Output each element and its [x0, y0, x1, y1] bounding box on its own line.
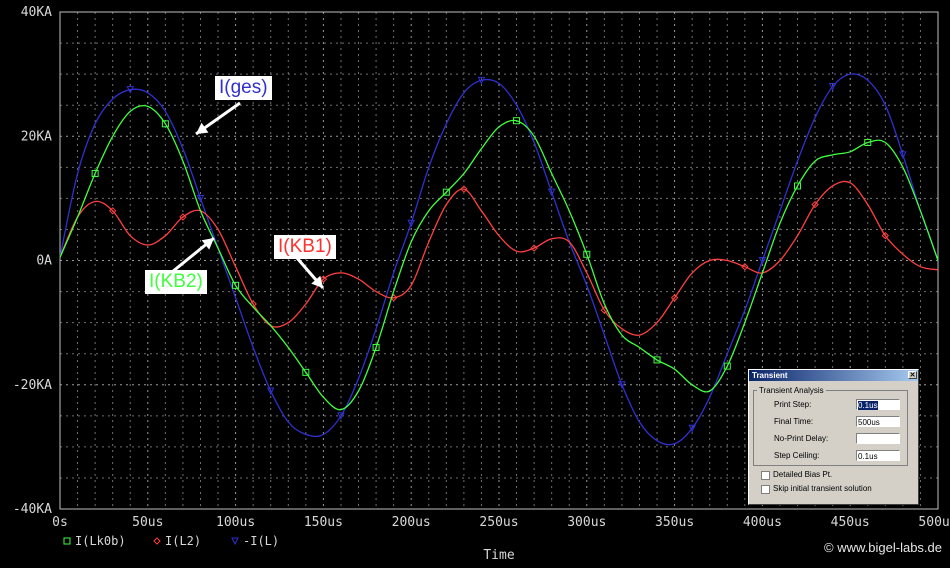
- annotation-kb2-text: I(KB2): [149, 271, 203, 292]
- step-ceiling-label: Step Ceiling:: [774, 451, 820, 460]
- y-tick-label: 40KA: [21, 5, 52, 20]
- legend-label: -I(L): [243, 534, 279, 548]
- detailed-bias-box[interactable]: [761, 471, 770, 480]
- annotation-kb1-text: I(KB1): [278, 236, 332, 257]
- no-print-delay-label: No-Print Delay:: [774, 434, 829, 443]
- x-tick-label: 200us: [392, 515, 431, 530]
- y-tick-label: 0A: [36, 254, 52, 269]
- annotation-kb2: I(KB2): [145, 270, 207, 294]
- final-time-row: Final Time: 500us: [771, 416, 905, 428]
- y-tick-label: -40KA: [13, 502, 52, 517]
- dialog-titlebar[interactable]: Transient ✕: [749, 370, 918, 381]
- final-time-input[interactable]: 500us: [856, 416, 900, 427]
- close-icon[interactable]: ✕: [908, 371, 917, 379]
- legend-label: I(Lk0b): [75, 534, 126, 548]
- annotation-ges-text: I(ges): [219, 77, 268, 98]
- x-tick-label: 150us: [304, 515, 343, 530]
- print-step-row: Print Step: 0.1us: [771, 399, 905, 411]
- x-tick-label: 300us: [567, 515, 606, 530]
- legend-marker: [63, 537, 71, 545]
- skip-initial-box[interactable]: [761, 485, 770, 494]
- x-tick-label: 450us: [831, 515, 870, 530]
- final-time-label: Final Time:: [774, 417, 814, 426]
- annotation-kb1: I(KB1): [274, 235, 336, 259]
- x-tick-label: 250us: [479, 515, 518, 530]
- copyright-text: © www.bigel-labs.de: [824, 540, 942, 555]
- skip-initial-label: Skip initial transient solution: [773, 484, 872, 493]
- no-print-delay-input[interactable]: [856, 433, 900, 444]
- no-print-delay-row: No-Print Delay:: [771, 433, 905, 445]
- annotation-ges: I(ges): [215, 76, 272, 100]
- print-step-input[interactable]: 0.1us: [856, 399, 900, 410]
- x-tick-label: 400us: [743, 515, 782, 530]
- detailed-bias-checkbox[interactable]: Detailed Bias Pt.: [761, 470, 911, 481]
- legend-label: I(L2): [165, 534, 201, 548]
- x-tick-labels: 0s 50us 100us 150us 200us 250us 300us 350us 400u…: [52, 515, 950, 530]
- y-tick-label: -20KA: [13, 378, 52, 393]
- legend-marker: [153, 537, 161, 545]
- skip-initial-checkbox[interactable]: Skip initial transient solution: [761, 484, 911, 495]
- transient-dialog[interactable]: Transient ✕ Transient Analysis Print Ste…: [748, 369, 919, 505]
- detailed-bias-label: Detailed Bias Pt.: [773, 470, 833, 479]
- x-tick-label: 100us: [216, 515, 255, 530]
- x-tick-label: 0s: [52, 515, 68, 530]
- group-label: Transient Analysis: [759, 386, 824, 395]
- x-axis-title: Time: [483, 548, 514, 563]
- y-tick-labels: 40KA 20KA 0A -20KA -40KA: [13, 5, 52, 517]
- print-step-label: Print Step:: [774, 400, 812, 409]
- dialog-title: Transient: [752, 371, 788, 380]
- legend: I(Lk0b) I(L2) -I(L): [63, 534, 279, 548]
- step-ceiling-input[interactable]: 0.1us: [856, 450, 900, 461]
- y-tick-label: 20KA: [21, 129, 52, 144]
- legend-marker: [231, 537, 239, 546]
- x-tick-label: 50us: [132, 515, 163, 530]
- step-ceiling-row: Step Ceiling: 0.1us: [771, 450, 905, 462]
- x-tick-label: 500us: [918, 515, 950, 530]
- x-tick-label: 350us: [655, 515, 694, 530]
